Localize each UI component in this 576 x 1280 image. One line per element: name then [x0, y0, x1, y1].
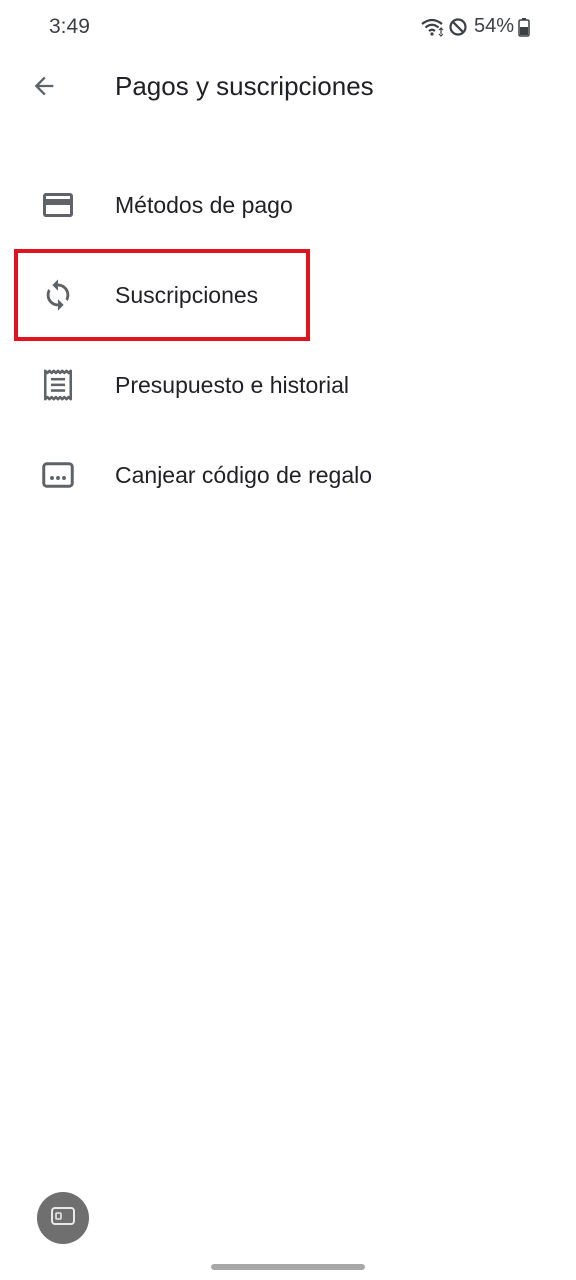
screen-capture-button[interactable] [37, 1192, 89, 1244]
menu-item-label: Canjear código de regalo [115, 461, 373, 488]
menu-item-budget-history[interactable]: Presupuesto e historial [0, 340, 576, 430]
do-not-disturb-icon [448, 17, 468, 37]
gesture-nav-handle[interactable] [211, 1264, 365, 1270]
menu-item-label: Métodos de pago [115, 191, 293, 218]
status-time: 3:49 [49, 15, 90, 38]
back-button[interactable] [20, 64, 68, 112]
menu-list: Métodos de pago Suscripciones Presupuest… [0, 160, 576, 520]
menu-item-payment-methods[interactable]: Métodos de pago [0, 160, 576, 250]
menu-item-redeem-gift-code[interactable]: Canjear código de regalo [0, 430, 576, 520]
gift-card-icon [38, 455, 78, 495]
credit-card-icon [38, 185, 78, 225]
page-title: Pagos y suscripciones [115, 71, 374, 101]
wifi-icon [420, 17, 444, 37]
menu-item-label: Suscripciones [115, 281, 259, 308]
battery-icon [518, 17, 530, 37]
menu-item-subscriptions[interactable]: Suscripciones [0, 250, 576, 340]
status-icons: 54% [420, 15, 530, 38]
sync-icon [38, 275, 78, 315]
receipt-icon [38, 365, 78, 405]
battery-percentage: 54% [473, 15, 514, 37]
status-bar: 3:49 54% [0, 0, 576, 56]
screen-capture-icon [50, 1205, 76, 1232]
arrow-back-icon [30, 72, 58, 105]
app-bar: Pagos y suscripciones [0, 56, 576, 120]
menu-item-label: Presupuesto e historial [115, 371, 349, 398]
